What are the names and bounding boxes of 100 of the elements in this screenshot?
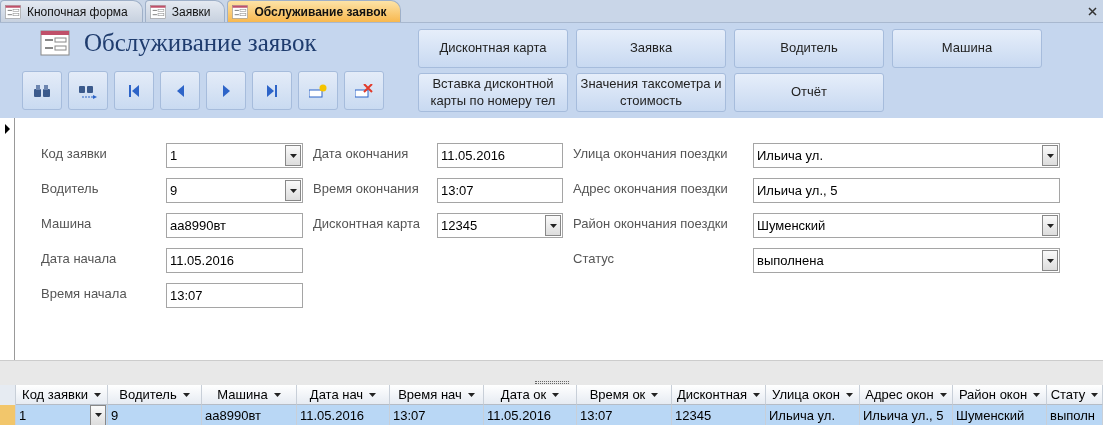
input-field[interactable]: аа8990вт bbox=[166, 213, 303, 238]
caret-icon bbox=[369, 392, 377, 397]
tab[interactable]: Заявки bbox=[144, 0, 226, 22]
combo-box[interactable]: Шуменский bbox=[753, 213, 1060, 238]
caret-icon bbox=[1046, 223, 1054, 228]
action-button[interactable]: Отчёт bbox=[734, 73, 884, 112]
column-header[interactable]: Дата нач bbox=[297, 385, 390, 405]
field-label: Улица окончания поездки bbox=[573, 145, 729, 163]
table-cell: Ильича ул., 5 bbox=[860, 405, 953, 425]
tab[interactable]: Обслуживание заявок bbox=[227, 0, 402, 22]
combo-box[interactable]: 1 bbox=[166, 143, 303, 168]
table-cell: 9 bbox=[108, 405, 202, 425]
column-header[interactable]: Стату bbox=[1047, 385, 1103, 405]
first-record-icon bbox=[129, 84, 139, 97]
column-header[interactable]: Машина bbox=[202, 385, 297, 405]
dropdown-button[interactable] bbox=[545, 215, 561, 236]
action-button[interactable]: Водитель bbox=[734, 29, 884, 68]
caret-icon bbox=[939, 392, 947, 397]
dropdown-button[interactable] bbox=[1042, 250, 1058, 271]
dropdown-button[interactable] bbox=[90, 405, 106, 425]
field-label: Дисконтная карта bbox=[313, 215, 421, 233]
column-header[interactable]: Улица окон bbox=[766, 385, 860, 405]
action-button[interactable]: Дисконтная карта bbox=[418, 29, 568, 68]
action-button[interactable]: Машина bbox=[892, 29, 1042, 68]
field-label: Машина bbox=[41, 215, 93, 233]
table-cell: 11.05.2016 bbox=[297, 405, 390, 425]
table-cell: выполн bbox=[1047, 405, 1103, 425]
table-cell: аа8990вт bbox=[202, 405, 297, 425]
nav-button[interactable] bbox=[252, 71, 292, 110]
column-header[interactable]: Дисконтная bbox=[672, 385, 766, 405]
nav-button[interactable] bbox=[114, 71, 154, 110]
field-label: Адрес окончания поездки bbox=[573, 180, 729, 198]
action-button[interactable]: Вставка дисконтной карты по номеру тел bbox=[418, 73, 568, 112]
next-record-icon bbox=[222, 84, 230, 97]
dropdown-button[interactable] bbox=[1042, 145, 1058, 166]
field-label: Код заявки bbox=[41, 145, 108, 163]
combo-box[interactable]: Ильича ул. bbox=[753, 143, 1060, 168]
dropdown-button[interactable] bbox=[285, 145, 301, 166]
column-header[interactable]: Адрес окон bbox=[860, 385, 953, 405]
column-header[interactable]: Район окон bbox=[953, 385, 1047, 405]
field-label: Время начала bbox=[41, 285, 128, 303]
column-header[interactable]: Время нач bbox=[390, 385, 484, 405]
caret-icon bbox=[552, 392, 560, 397]
form-icon bbox=[40, 30, 70, 56]
table-cell: 13:07 bbox=[390, 405, 484, 425]
nav-button[interactable] bbox=[68, 71, 108, 110]
caret-icon bbox=[651, 392, 659, 397]
caret-icon bbox=[1046, 153, 1054, 158]
table-cell: Шуменский bbox=[953, 405, 1047, 425]
column-header[interactable]: Водитель bbox=[108, 385, 202, 405]
nav-button[interactable] bbox=[22, 71, 62, 110]
field-label: Водитель bbox=[41, 180, 100, 198]
field-label: Район окончания поездки bbox=[573, 215, 729, 233]
field-label: Дата окончания bbox=[313, 145, 410, 163]
column-header[interactable]: Время ок bbox=[577, 385, 672, 405]
close-icon[interactable] bbox=[1088, 6, 1097, 16]
input-field[interactable]: 11.05.2016 bbox=[166, 248, 303, 273]
previous-record-icon bbox=[176, 84, 184, 97]
form-icon bbox=[5, 4, 21, 19]
combo-box[interactable]: 12345 bbox=[437, 213, 563, 238]
action-button[interactable]: Значения таксометра и стоимость bbox=[576, 73, 726, 112]
combo-box[interactable]: выполнена bbox=[753, 248, 1060, 273]
last-record-icon bbox=[267, 84, 277, 97]
dropdown-button[interactable] bbox=[285, 180, 301, 201]
nav-button[interactable] bbox=[206, 71, 246, 110]
combo-box[interactable]: 9 bbox=[166, 178, 303, 203]
new-record-icon bbox=[309, 83, 327, 98]
caret-icon bbox=[289, 188, 297, 193]
input-field[interactable]: Ильича ул., 5 bbox=[753, 178, 1060, 203]
caret-icon bbox=[94, 413, 102, 417]
caret-icon bbox=[1046, 258, 1054, 263]
caret-icon bbox=[1033, 392, 1041, 397]
table-cell: 11.05.2016 bbox=[484, 405, 577, 425]
record-pointer-icon bbox=[4, 124, 10, 134]
form-icon bbox=[149, 4, 166, 19]
tab[interactable]: Кнопочная форма bbox=[0, 0, 143, 22]
field-label: Время окончания bbox=[313, 180, 420, 198]
input-field[interactable]: 13:07 bbox=[166, 283, 303, 308]
table-cell: 13:07 bbox=[577, 405, 672, 425]
delete-record-icon bbox=[355, 83, 373, 98]
table-cell: 1 bbox=[16, 405, 108, 425]
table-cell: Ильича ул. bbox=[766, 405, 860, 425]
column-header[interactable]: Код заявки bbox=[16, 385, 108, 405]
input-field[interactable]: 11.05.2016 bbox=[437, 143, 563, 168]
action-button[interactable]: Заявка bbox=[576, 29, 726, 68]
caret-icon bbox=[467, 392, 475, 397]
binoculars-icon bbox=[33, 83, 51, 98]
input-field[interactable]: 13:07 bbox=[437, 178, 563, 203]
nav-button[interactable] bbox=[160, 71, 200, 110]
form-icon bbox=[232, 4, 249, 19]
caret-icon bbox=[273, 392, 281, 397]
form-title: Обслуживание заявок bbox=[84, 29, 317, 57]
nav-button[interactable] bbox=[344, 71, 384, 110]
field-label: Дата начала bbox=[41, 250, 118, 268]
caret-icon bbox=[846, 392, 853, 397]
dropdown-button[interactable] bbox=[1042, 215, 1058, 236]
column-header[interactable]: Дата ок bbox=[484, 385, 577, 405]
caret-icon bbox=[93, 392, 101, 397]
caret-icon bbox=[289, 153, 297, 158]
table-cell: 12345 bbox=[672, 405, 766, 425]
